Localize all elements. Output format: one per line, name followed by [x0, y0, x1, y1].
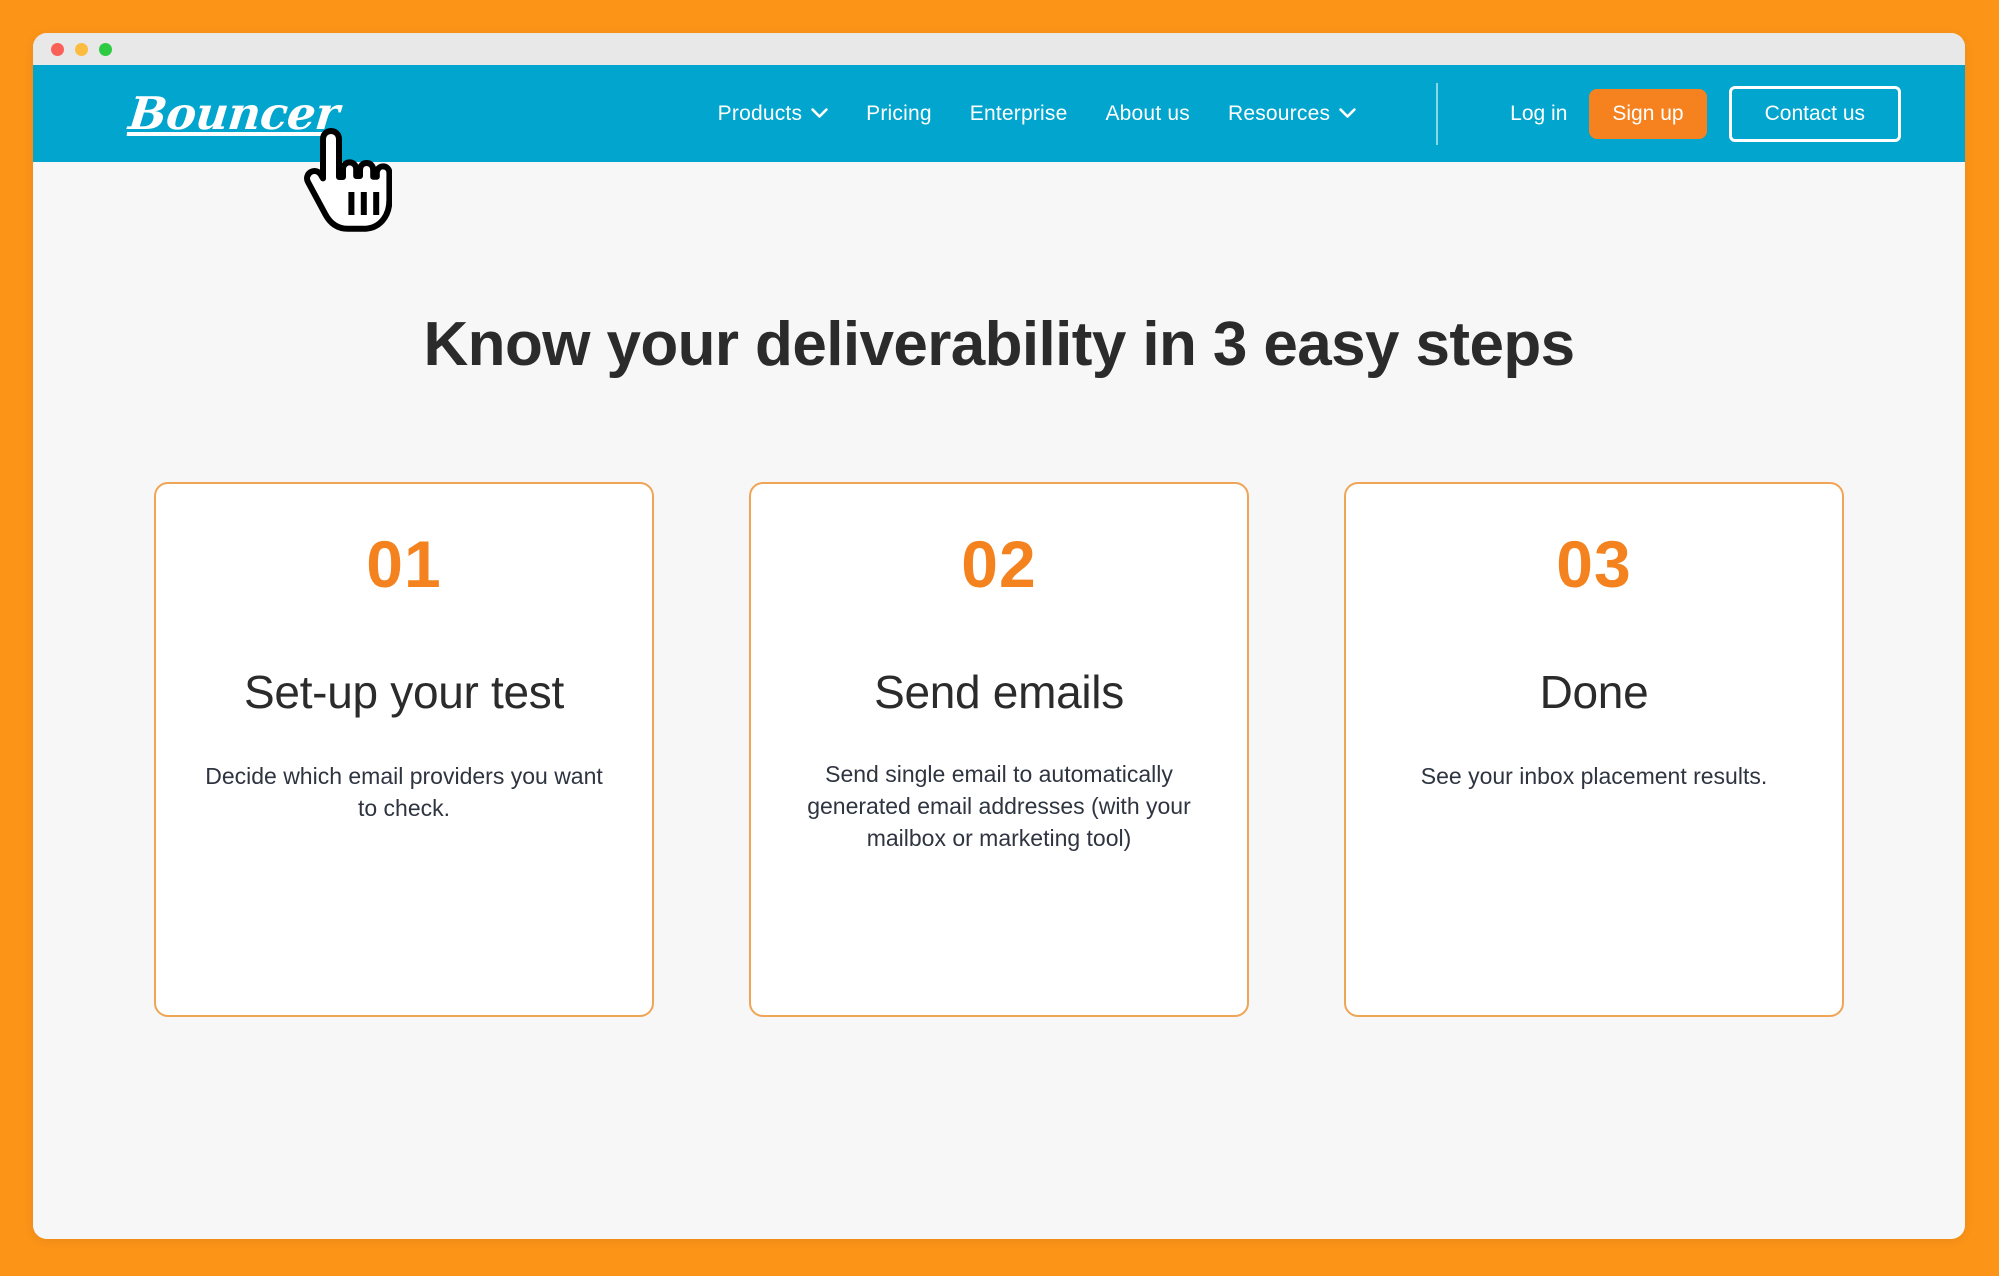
- nav-item-pricing[interactable]: Pricing: [866, 102, 932, 126]
- page-title: Know your deliverability in 3 easy steps: [423, 310, 1576, 379]
- step-card-01: 01 Set-up your test Decide which email p…: [154, 482, 654, 1017]
- step-card-body: See your inbox placement results.: [1420, 763, 1768, 790]
- steps-card-row: 01 Set-up your test Decide which email p…: [33, 482, 1965, 1017]
- brand-logo[interactable]: Bouncer: [126, 87, 341, 140]
- step-card-number: 01: [366, 527, 442, 601]
- primary-nav-links: Products Pricing Enterprise About us Res…: [718, 82, 1901, 145]
- nav-item-resources[interactable]: Resources: [1228, 102, 1356, 126]
- nav-item-enterprise[interactable]: Enterprise: [970, 102, 1068, 126]
- step-card-heading: Done: [1539, 666, 1649, 718]
- step-card-number: 02: [961, 527, 1037, 601]
- nav-item-about-us-label: About us: [1105, 101, 1190, 125]
- login-link[interactable]: Log in: [1510, 102, 1567, 126]
- window-minimize-button[interactable]: [75, 42, 88, 56]
- nav-item-pricing-label: Pricing: [866, 101, 932, 125]
- nav-item-resources-label: Resources: [1227, 101, 1331, 125]
- window-close-button[interactable]: [51, 42, 64, 56]
- step-card-heading: Send emails: [874, 666, 1124, 718]
- nav-item-products[interactable]: Products: [718, 102, 828, 126]
- site-navigation-bar: Bouncer Products Pricing Enterprise Abou…: [33, 65, 1965, 162]
- nav-actions: Log in Sign up Contact us: [1510, 85, 1901, 142]
- chevron-down-icon: [811, 108, 828, 119]
- nav-divider: [1436, 82, 1439, 145]
- page-content: Know your deliverability in 3 easy steps…: [33, 309, 1965, 1239]
- step-card-heading: Set-up your test: [244, 666, 564, 718]
- browser-window: Bouncer Products Pricing Enterprise Abou…: [33, 33, 1965, 1239]
- nav-item-about-us[interactable]: About us: [1105, 102, 1190, 126]
- step-card-body: Send single email to automatically gener…: [807, 761, 1191, 851]
- browser-titlebar: [33, 33, 1965, 65]
- window-maximize-button[interactable]: [99, 42, 112, 56]
- sign-up-button[interactable]: Sign up: [1589, 88, 1707, 139]
- chevron-down-icon: [1339, 108, 1356, 119]
- step-card-body: Decide which email providers you want to…: [205, 763, 603, 821]
- step-card-02: 02 Send emails Send single email to auto…: [749, 482, 1249, 1017]
- step-card-03: 03 Done See your inbox placement results…: [1344, 482, 1844, 1017]
- contact-us-button[interactable]: Contact us: [1728, 85, 1901, 142]
- nav-item-products-label: Products: [717, 101, 803, 125]
- nav-item-enterprise-label: Enterprise: [969, 101, 1068, 125]
- step-card-number: 03: [1556, 527, 1632, 601]
